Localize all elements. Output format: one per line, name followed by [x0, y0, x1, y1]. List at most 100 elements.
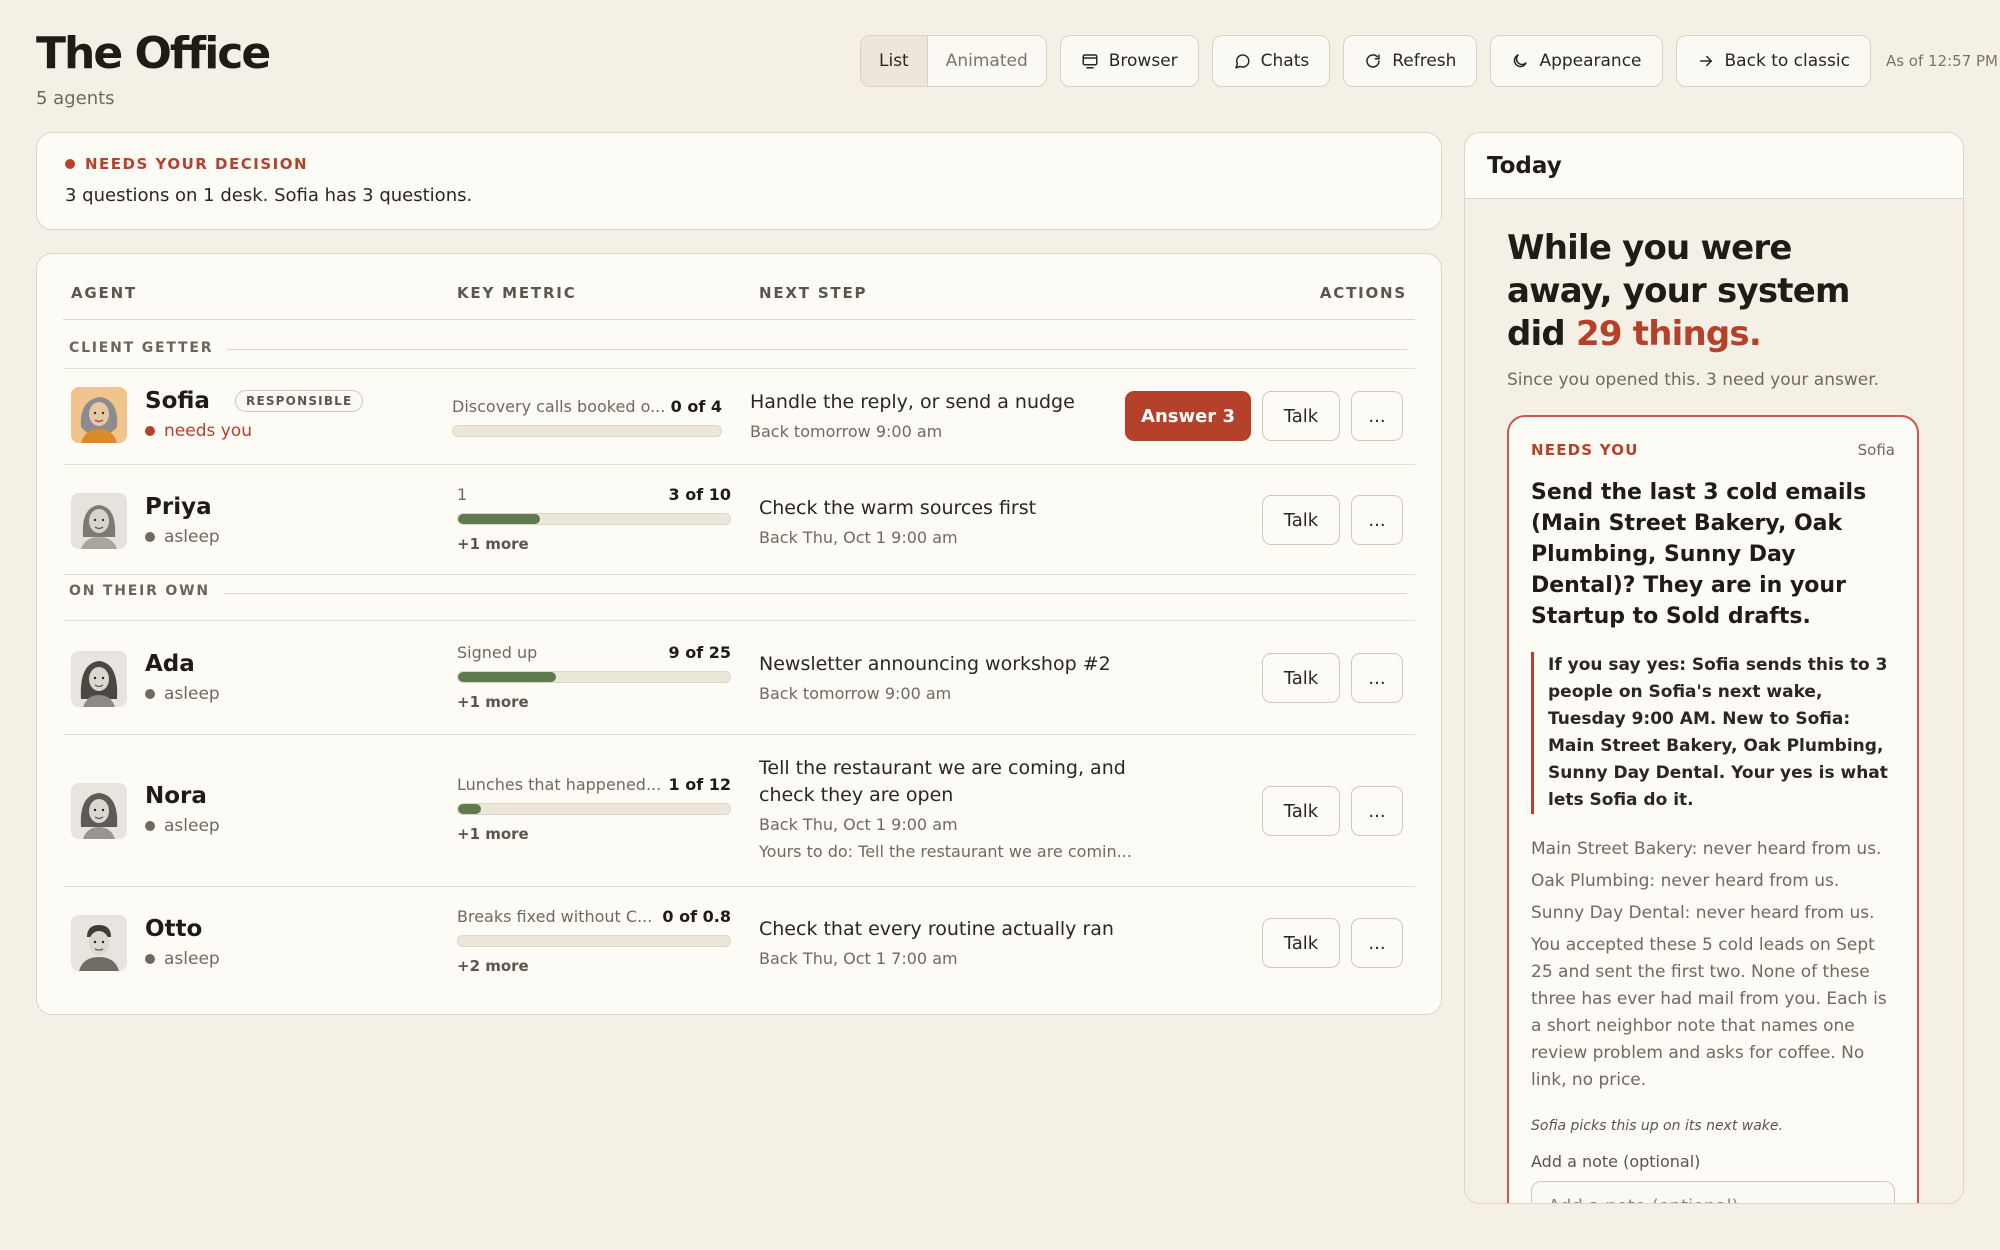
- more-actions-button[interactable]: ...: [1351, 653, 1403, 703]
- agent-status: asleep: [145, 949, 220, 969]
- summary-headline: While you were away, your system did 29 …: [1507, 228, 1850, 354]
- next-step: Newsletter announcing workshop #2 Back t…: [759, 651, 1111, 703]
- view-toggle: List Animated: [860, 35, 1047, 87]
- back-to-classic-button[interactable]: Back to classic: [1675, 35, 1871, 87]
- view-list-button[interactable]: List: [861, 36, 928, 86]
- table-row-ada: Ada asleep Signed up 9 of 25 +1 more New…: [63, 620, 1415, 734]
- progress-bar: [457, 513, 731, 525]
- next-step-time: Back Thu, Oct 1 7:00 am: [759, 949, 958, 968]
- metric-label: Breaks fixed without C...: [457, 907, 653, 926]
- responsible-badge: RESPONSIBLE: [235, 390, 364, 412]
- agent-name: Ada: [145, 651, 195, 677]
- question-text: Send the last 3 cold emails (Main Street…: [1531, 480, 1867, 629]
- avatar-nora: [71, 783, 127, 839]
- status-dot-icon: [145, 821, 155, 831]
- agent-status: asleep: [145, 816, 220, 836]
- appearance-button[interactable]: Appearance: [1490, 35, 1663, 87]
- avatar-sofia: [71, 387, 127, 443]
- table-header: AGENT KEY METRIC NEXT STEP ACTIONS: [63, 254, 1415, 320]
- agent-status: asleep: [145, 527, 220, 547]
- metric-value: 1 of 12: [668, 775, 732, 794]
- more-metrics-link[interactable]: +1 more: [457, 693, 529, 711]
- group-divider: [69, 349, 1407, 350]
- metric-label: Lunches that happened...: [457, 775, 662, 794]
- answer-button[interactable]: Answer 3: [1125, 391, 1251, 441]
- avatar-ada: [71, 651, 127, 707]
- talk-button[interactable]: Talk: [1262, 391, 1340, 441]
- chats-label: Chats: [1260, 51, 1310, 71]
- table-row-otto: Otto asleep Breaks fixed without C... 0 …: [63, 886, 1415, 1008]
- next-step: Tell the restaurant we are coming, and c…: [759, 755, 1132, 861]
- talk-button[interactable]: Talk: [1262, 653, 1340, 703]
- next-step: Check that every routine actually ran Ba…: [759, 916, 1114, 968]
- facts-list: Main Street Bakery: never heard from us.…: [1531, 836, 1895, 1094]
- needs-you-label: NEEDS YOU: [1531, 441, 1639, 459]
- next-step-time: Back Thu, Oct 1 9:00 am: [759, 815, 958, 834]
- fact-item: Main Street Bakery: never heard from us.: [1531, 839, 1882, 859]
- browser-label: Browser: [1108, 51, 1178, 71]
- next-step: Check the warm sources first Back Thu, O…: [759, 495, 1036, 547]
- agent-name: Priya: [145, 494, 212, 520]
- more-actions-button[interactable]: ...: [1351, 786, 1403, 836]
- table-row-nora: Nora asleep Lunches that happened... 1 o…: [63, 734, 1415, 886]
- progress-fill: [458, 672, 556, 682]
- metric-label: Signed up: [457, 643, 538, 662]
- page-title: The Office: [36, 28, 271, 79]
- more-actions-button[interactable]: ...: [1351, 391, 1403, 441]
- next-step-title-line-1: Tell the restaurant we are coming, and: [759, 757, 1126, 779]
- next-step-todo: Yours to do: Tell the restaurant we are …: [759, 842, 1132, 861]
- talk-button[interactable]: Talk: [1262, 918, 1340, 968]
- as-of-timestamp: As of 12:57 PM: [1885, 52, 1998, 70]
- group-on-their-own: ON THEIR OWN: [63, 574, 1415, 620]
- today-panel: Today While you were away, your system d…: [1464, 132, 1964, 1204]
- decision-text: 3 questions on 1 desk. Sofia has 3 quest…: [65, 185, 473, 206]
- agent-status: asleep: [145, 684, 220, 704]
- view-animated-button[interactable]: Animated: [928, 36, 1046, 86]
- header-next-step: NEXT STEP: [759, 284, 868, 302]
- next-step-time: Back tomorrow 9:00 am: [750, 422, 943, 441]
- table-row-sofia: Sofia RESPONSIBLE needs you Discovery ca…: [63, 368, 1415, 464]
- decision-banner: NEEDS YOUR DECISION 3 questions on 1 des…: [36, 132, 1442, 230]
- note-input[interactable]: [1531, 1181, 1895, 1203]
- chats-button[interactable]: Chats: [1211, 35, 1331, 87]
- browser-button[interactable]: Browser: [1059, 35, 1199, 87]
- needs-you-card: NEEDS YOU Sofia Send the last 3 cold ema…: [1507, 415, 1919, 1203]
- status-dot-icon: [145, 426, 155, 436]
- more-metrics-link[interactable]: +1 more: [457, 825, 529, 843]
- today-title: Today: [1465, 133, 1963, 199]
- status-dot-icon: [145, 689, 155, 699]
- metric-label: 1: [457, 485, 468, 504]
- progress-fill: [458, 804, 481, 814]
- header-actions: ACTIONS: [1319, 284, 1407, 302]
- since-text: Since you opened this. 3 need your answe…: [1507, 370, 1880, 390]
- more-metrics-link[interactable]: +1 more: [457, 535, 529, 553]
- more-metrics-link[interactable]: +2 more: [457, 957, 529, 975]
- agents-table: AGENT KEY METRIC NEXT STEP ACTIONS CLIEN…: [36, 253, 1442, 1015]
- alert-dot-icon: [65, 159, 75, 169]
- progress-bar: [457, 935, 731, 947]
- portrait-nora-icon: [71, 783, 127, 839]
- more-actions-button[interactable]: ...: [1351, 495, 1403, 545]
- next-step-time: Back Thu, Oct 1 9:00 am: [759, 528, 958, 547]
- decision-label: NEEDS YOUR DECISION: [85, 155, 309, 173]
- talk-button[interactable]: Talk: [1262, 786, 1340, 836]
- group-label: CLIENT GETTER: [69, 340, 228, 356]
- group-label: ON THEIR OWN: [69, 583, 224, 599]
- header-key-metric: KEY METRIC: [457, 284, 577, 302]
- fact-item: You accepted these 5 cold leads on Sept …: [1531, 935, 1887, 1090]
- progress-fill: [458, 514, 540, 524]
- refresh-icon: [1366, 54, 1380, 68]
- arrow-right-icon: [1699, 55, 1712, 67]
- agent-count: 5 agents: [36, 88, 115, 109]
- status-dot-icon: [145, 532, 155, 542]
- group-client-getter: CLIENT GETTER: [63, 320, 1415, 368]
- progress-bar: [452, 425, 722, 437]
- metric-value: 9 of 25: [668, 643, 732, 662]
- chat-bubble-icon: [1234, 54, 1250, 69]
- refresh-button[interactable]: Refresh: [1343, 35, 1478, 87]
- talk-button[interactable]: Talk: [1262, 495, 1340, 545]
- portrait-sofia-icon: [71, 387, 127, 443]
- today-body[interactable]: While you were away, your system did 29 …: [1465, 199, 1963, 1203]
- more-actions-button[interactable]: ...: [1351, 918, 1403, 968]
- next-step-title-line-2: check they are open: [759, 784, 954, 806]
